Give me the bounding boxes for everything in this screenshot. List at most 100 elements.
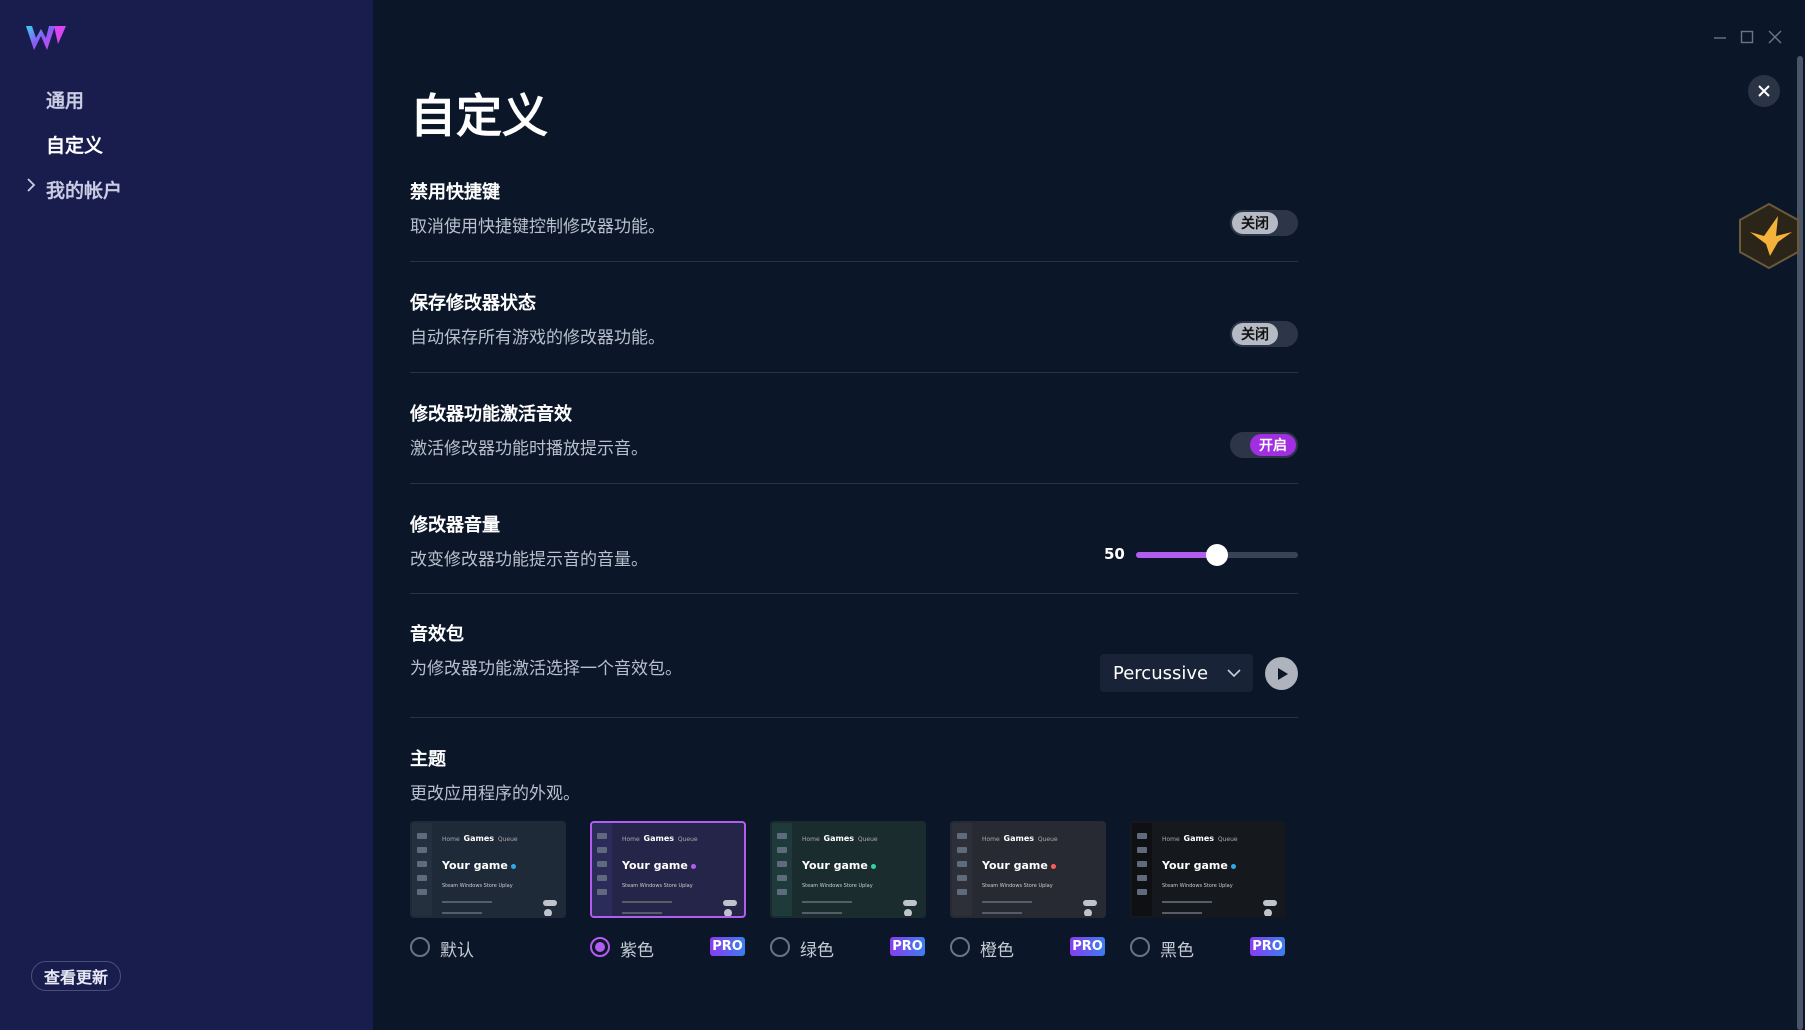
pro-badge: PRO [1070, 937, 1105, 956]
window-close-icon[interactable] [1766, 28, 1784, 46]
setting-title: 保存修改器状态 [410, 293, 536, 314]
preview-nav-games: Games [643, 834, 675, 843]
setting-desc: 为修改器功能激活选择一个音效包。 [410, 659, 682, 679]
theme-preview-card[interactable]: Home Games Queue Your game Steam Windows S… [590, 821, 746, 918]
close-icon [1758, 85, 1770, 97]
setting-title: 禁用快捷键 [410, 182, 500, 203]
preview-nav-home: Home [982, 836, 1000, 843]
theme-radio[interactable] [590, 937, 610, 957]
sound-pack-select[interactable]: Percussive [1100, 654, 1253, 692]
setting-title: 修改器音量 [410, 515, 500, 536]
preview-circle [1084, 909, 1092, 916]
pro-badge: PRO [890, 937, 925, 956]
preview-line [442, 901, 492, 903]
preview-game-text: Your game [802, 859, 868, 872]
bird-badge-icon[interactable] [1738, 202, 1800, 270]
preview-stores: Steam Windows Store Uplay [1162, 883, 1233, 889]
play-icon [1277, 667, 1288, 680]
preview-nav: Home Games Queue [982, 834, 1058, 843]
preview-line [982, 901, 1032, 903]
setting-title: 主题 [410, 749, 446, 770]
preview-sidebar [1132, 823, 1152, 916]
preview-toggle [543, 900, 557, 906]
toggle-state: 关闭 [1232, 212, 1278, 234]
theme-label: 默认 [440, 941, 474, 961]
preview-toggle [723, 900, 737, 906]
preview-nav-queue: Queue [677, 836, 698, 843]
preview-game-text: Your game [982, 859, 1048, 872]
preview-toggle [1263, 900, 1277, 906]
setting-title: 修改器功能激活音效 [410, 404, 572, 425]
preview-main: Home Games Queue Your game Steam Windows S… [612, 823, 744, 916]
play-sound-button[interactable] [1265, 657, 1298, 690]
preview-line [1162, 912, 1202, 914]
divider [410, 717, 1298, 718]
theme-radio[interactable] [1130, 937, 1150, 957]
preview-main: Home Games Queue Your game Steam Windows S… [792, 823, 924, 916]
chevron-right-icon[interactable] [24, 178, 38, 192]
preview-game-text: Your game [1162, 859, 1228, 872]
pro-badge: PRO [710, 937, 745, 956]
preview-game-title: Your game [802, 859, 876, 872]
sidebar-item-general[interactable]: 通用 [46, 86, 84, 113]
preview-accent-dot [510, 863, 516, 869]
preview-stores: Steam Windows Store Uplay [982, 883, 1053, 889]
preview-game-text: Your game [442, 859, 508, 872]
preview-icons [777, 833, 787, 903]
preview-line [622, 912, 662, 914]
theme-radio[interactable] [950, 937, 970, 957]
minimize-icon[interactable] [1711, 28, 1729, 46]
setting-desc: 取消使用快捷键控制修改器功能。 [410, 217, 665, 237]
theme-preview-card[interactable]: Home Games Queue Your game Steam Windows S… [770, 821, 926, 918]
preview-nav: Home Games Queue [1162, 834, 1238, 843]
theme-preview-card[interactable]: Home Games Queue Your game Steam Windows S… [950, 821, 1106, 918]
preview-stores: Steam Windows Store Uplay [442, 883, 513, 889]
sidebar-item-customize[interactable]: 自定义 [46, 131, 103, 158]
chevron-down-icon [1227, 669, 1241, 678]
disable-hotkeys-toggle[interactable]: 关闭 [1230, 210, 1298, 236]
preview-game-text: Your game [622, 859, 688, 872]
preview-nav: Home Games Queue [442, 834, 518, 843]
theme-preview-card[interactable]: Home Games Queue Your game Steam Windows S… [410, 821, 566, 918]
divider [410, 372, 1298, 373]
close-settings-button[interactable] [1748, 75, 1780, 107]
preview-sidebar [952, 823, 972, 916]
preview-circle [544, 909, 552, 916]
preview-nav-home: Home [442, 836, 460, 843]
preview-icons [597, 833, 607, 903]
divider [410, 593, 1298, 594]
toggle-state: 关闭 [1232, 323, 1278, 345]
theme-preview-card[interactable]: Home Games Queue Your game Steam Windows S… [1130, 821, 1286, 918]
preview-toggle [903, 900, 917, 906]
preview-nav-games: Games [823, 834, 855, 843]
theme-radio[interactable] [770, 937, 790, 957]
maximize-icon[interactable] [1738, 28, 1756, 46]
volume-slider[interactable] [1136, 544, 1298, 566]
volume-slider-fill [1136, 552, 1217, 558]
setting-desc: 自动保存所有游戏的修改器功能。 [410, 328, 665, 348]
preview-nav-queue: Queue [1217, 836, 1238, 843]
check-updates-button[interactable]: 查看更新 [31, 961, 121, 991]
divider [410, 483, 1298, 484]
sound-pack-selected: Percussive [1113, 662, 1209, 684]
preview-sidebar [412, 823, 432, 916]
sidebar-item-my-account[interactable]: 我的帐户 [46, 176, 122, 203]
preview-line [802, 912, 842, 914]
toggle-state: 开启 [1250, 434, 1296, 456]
preview-circle [724, 909, 732, 916]
preview-stores: Steam Windows Store Uplay [802, 883, 873, 889]
activation-sound-toggle[interactable]: 开启 [1230, 432, 1298, 458]
volume-slider-thumb[interactable] [1206, 544, 1228, 566]
preview-nav-queue: Queue [1037, 836, 1058, 843]
preview-accent-dot [1050, 863, 1056, 869]
preview-nav-home: Home [802, 836, 820, 843]
theme-radio[interactable] [410, 937, 430, 957]
preview-icons [1137, 833, 1147, 903]
preview-line [982, 912, 1022, 914]
preview-main: Home Games Queue Your game Steam Windows S… [432, 823, 564, 916]
preview-line [802, 901, 852, 903]
preview-main: Home Games Queue Your game Steam Windows S… [972, 823, 1104, 916]
pro-badge: PRO [1250, 937, 1285, 956]
preview-circle [904, 909, 912, 916]
save-state-toggle[interactable]: 关闭 [1230, 321, 1298, 347]
